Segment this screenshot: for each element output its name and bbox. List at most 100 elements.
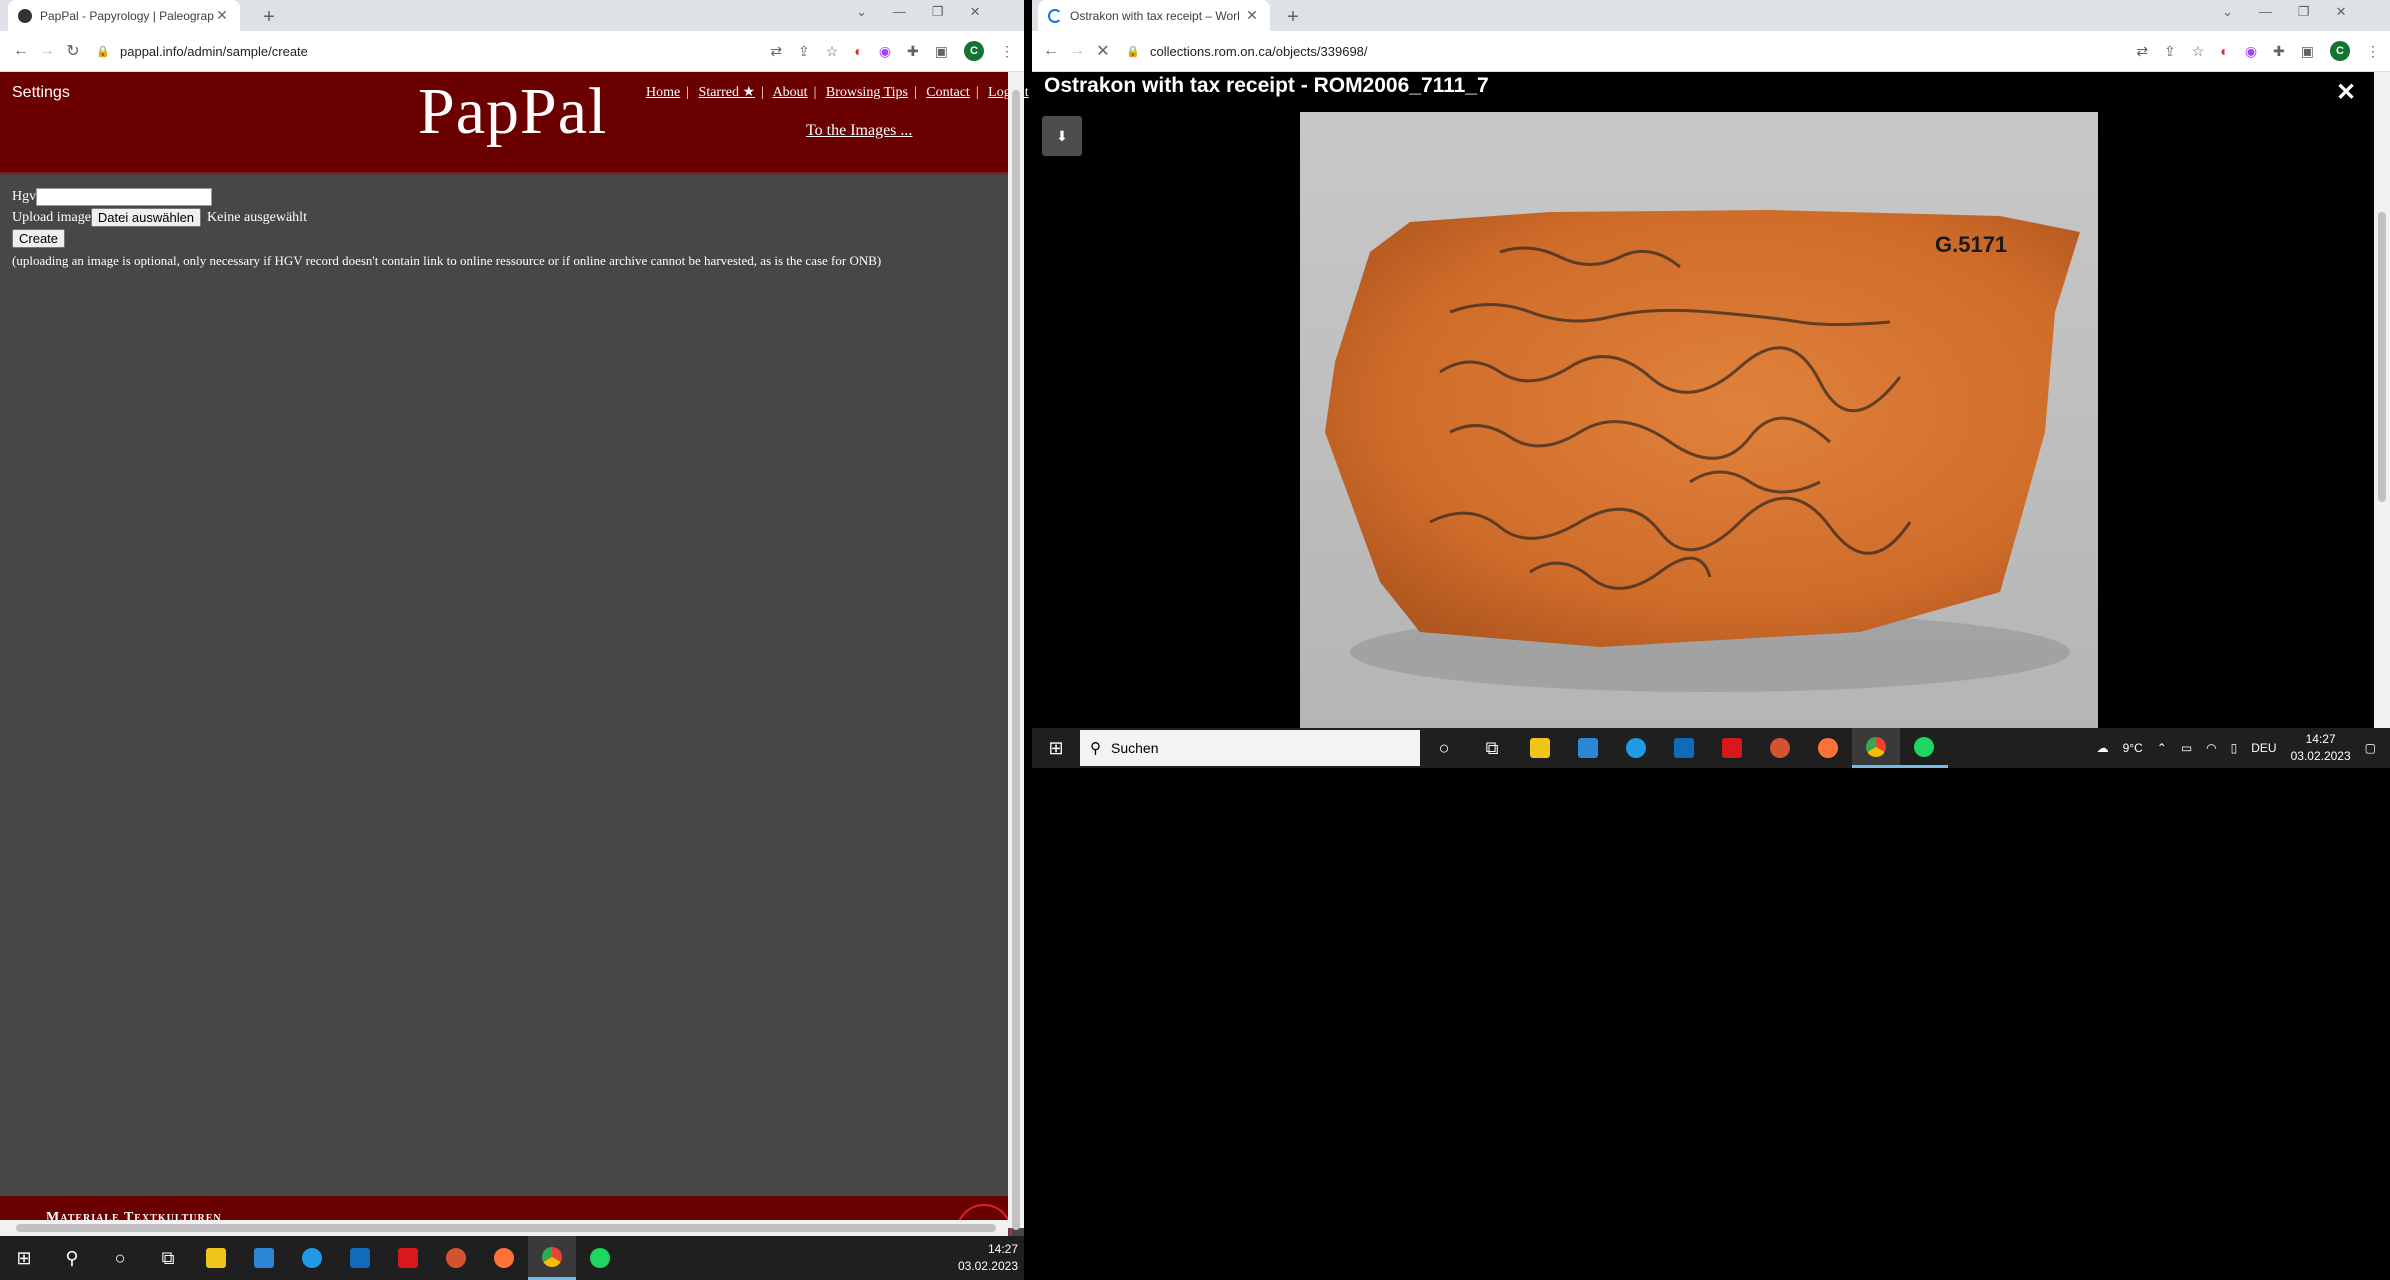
url-text: collections.rom.on.ca/objects/339698/ bbox=[1150, 43, 1368, 59]
back-icon[interactable]: ← bbox=[8, 42, 34, 60]
translate-icon[interactable]: ⇄ bbox=[770, 43, 782, 60]
mail-icon[interactable] bbox=[336, 1236, 384, 1280]
acrobat-icon[interactable] bbox=[384, 1236, 432, 1280]
nav-home[interactable]: Home bbox=[646, 85, 680, 100]
download-icon[interactable]: ⬇ bbox=[1042, 116, 1082, 156]
store-icon[interactable] bbox=[240, 1236, 288, 1280]
file-explorer-icon[interactable] bbox=[1516, 728, 1564, 768]
spotify-icon[interactable] bbox=[1900, 728, 1948, 768]
object-number-label: G.5171 bbox=[1935, 232, 2007, 257]
share-icon[interactable]: ⇪ bbox=[2164, 43, 2176, 60]
bookmark-star-icon[interactable]: ☆ bbox=[826, 43, 839, 60]
left-vertical-scrollbar[interactable] bbox=[1008, 72, 1024, 1230]
hgv-input[interactable] bbox=[36, 187, 213, 206]
nav-starred[interactable]: Starred ★ bbox=[699, 85, 755, 100]
sidepanel-icon[interactable]: ▣ bbox=[2301, 43, 2314, 60]
to-images-link[interactable]: To the Images ... bbox=[806, 122, 912, 140]
chrome-icon[interactable] bbox=[1852, 728, 1900, 768]
extension-purple-icon[interactable]: ◉ bbox=[879, 43, 891, 60]
close-tab-icon[interactable]: ✕ bbox=[1244, 7, 1260, 24]
powerpoint-icon[interactable] bbox=[1756, 728, 1804, 768]
address-bar[interactable]: 🔒 pappal.info/admin/sample/create bbox=[86, 36, 706, 66]
left-horizontal-scrollbar[interactable] bbox=[0, 1220, 1008, 1236]
firefox-icon[interactable] bbox=[480, 1236, 528, 1280]
chrome-icon[interactable] bbox=[528, 1236, 576, 1280]
right-taskbar-clock[interactable]: 14:27 03.02.2023 bbox=[2291, 731, 2351, 765]
left-window-controls: ⌄ — ❐ ✕ bbox=[856, 4, 980, 20]
minimize-icon[interactable]: — bbox=[893, 4, 906, 20]
restore-icon[interactable]: ❐ bbox=[2298, 4, 2310, 20]
sidepanel-icon[interactable]: ▣ bbox=[935, 43, 948, 60]
tray-chevron-icon[interactable]: ⌃ bbox=[2157, 741, 2167, 755]
spotify-icon[interactable] bbox=[576, 1236, 624, 1280]
windows-start-icon[interactable]: ⊞ bbox=[1032, 728, 1080, 768]
store-icon[interactable] bbox=[1564, 728, 1612, 768]
edge-icon[interactable] bbox=[288, 1236, 336, 1280]
tab-ostrakon[interactable]: Ostrakon with tax receipt – Worl ✕ bbox=[1038, 0, 1270, 31]
close-window-icon[interactable]: ✕ bbox=[970, 4, 981, 20]
wifi-icon[interactable]: ◠ bbox=[2206, 741, 2216, 755]
battery-icon[interactable]: ▯ bbox=[2231, 741, 2238, 755]
reload-icon[interactable]: ↻ bbox=[60, 41, 86, 61]
stop-loading-icon[interactable]: ✕ bbox=[1090, 41, 1116, 61]
bookmark-star-icon[interactable]: ☆ bbox=[2192, 43, 2205, 60]
image-viewer: Ostrakon with tax receipt - ROM2006_7111… bbox=[1032, 72, 2374, 728]
restore-icon[interactable]: ❐ bbox=[932, 4, 944, 20]
choose-file-button[interactable]: Datei auswählen bbox=[90, 208, 202, 227]
search-icon[interactable]: ⚲ bbox=[48, 1236, 96, 1280]
task-view-icon[interactable]: ⧉ bbox=[144, 1236, 192, 1280]
upload-image-label: Upload image bbox=[12, 209, 91, 225]
share-icon[interactable]: ⇪ bbox=[798, 43, 810, 60]
tab-search-icon[interactable]: ⌄ bbox=[2222, 4, 2233, 20]
profile-avatar[interactable]: C bbox=[2330, 41, 2350, 61]
tab-pappal[interactable]: PapPal - Papyrology | Paleograph ✕ bbox=[8, 0, 240, 31]
menu-kebab-icon[interactable]: ⋮ bbox=[2366, 43, 2380, 60]
file-explorer-icon[interactable] bbox=[192, 1236, 240, 1280]
network-icon[interactable]: ▭ bbox=[2181, 741, 2192, 755]
nav-about[interactable]: About bbox=[773, 85, 808, 100]
new-tab-button[interactable]: + bbox=[1282, 6, 1304, 29]
nav-contact[interactable]: Contact bbox=[926, 85, 970, 100]
windows-start-icon[interactable]: ⊞ bbox=[0, 1236, 48, 1280]
close-window-icon[interactable]: ✕ bbox=[2336, 4, 2347, 20]
translate-icon[interactable]: ⇄ bbox=[2136, 43, 2148, 60]
settings-link[interactable]: Settings bbox=[12, 84, 70, 102]
profile-avatar[interactable]: C bbox=[964, 41, 984, 61]
viewer-title: Ostrakon with tax receipt - ROM2006_7111… bbox=[1044, 74, 1489, 97]
url-text: pappal.info/admin/sample/create bbox=[120, 43, 308, 59]
address-bar[interactable]: 🔒 collections.rom.on.ca/objects/339698/ bbox=[1116, 36, 2016, 66]
taskbar-search-box[interactable]: ⚲ Suchen bbox=[1080, 730, 1420, 766]
weather-cloud-icon[interactable]: ☁ bbox=[2097, 741, 2109, 755]
new-tab-button[interactable]: + bbox=[258, 6, 280, 29]
firefox-icon[interactable] bbox=[1804, 728, 1852, 768]
extension-red-icon[interactable]: ◐ bbox=[2220, 43, 2228, 59]
nav-browsing-tips[interactable]: Browsing Tips bbox=[826, 85, 908, 100]
task-view-icon[interactable]: ⧉ bbox=[1468, 728, 1516, 768]
extension-red-icon[interactable]: ◐ bbox=[854, 43, 862, 59]
edge-icon[interactable] bbox=[1612, 728, 1660, 768]
forward-icon[interactable]: → bbox=[34, 42, 60, 60]
menu-kebab-icon[interactable]: ⋮ bbox=[1000, 43, 1014, 60]
acrobat-icon[interactable] bbox=[1708, 728, 1756, 768]
forward-icon[interactable]: → bbox=[1064, 42, 1090, 60]
cortana-icon[interactable]: ○ bbox=[1420, 728, 1468, 768]
language-indicator[interactable]: DEU bbox=[2251, 741, 2276, 755]
tab-search-icon[interactable]: ⌄ bbox=[856, 4, 867, 20]
puzzle-extensions-icon[interactable]: ✚ bbox=[2273, 43, 2285, 60]
weather-temp[interactable]: 9°C bbox=[2123, 741, 2143, 755]
notifications-icon[interactable]: ▢ bbox=[2365, 741, 2376, 755]
left-taskbar-clock[interactable]: 14:27 03.02.2023 bbox=[958, 1241, 1018, 1275]
powerpoint-icon[interactable] bbox=[432, 1236, 480, 1280]
left-toolbar: ← → ↻ 🔒 pappal.info/admin/sample/create … bbox=[0, 31, 1024, 72]
extension-purple-icon[interactable]: ◉ bbox=[2245, 43, 2257, 60]
right-vertical-scrollbar[interactable] bbox=[2374, 72, 2390, 728]
cortana-icon[interactable]: ○ bbox=[96, 1236, 144, 1280]
mail-icon[interactable] bbox=[1660, 728, 1708, 768]
create-button[interactable]: Create bbox=[12, 229, 66, 248]
close-tab-icon[interactable]: ✕ bbox=[214, 7, 230, 24]
back-icon[interactable]: ← bbox=[1038, 42, 1064, 60]
minimize-icon[interactable]: — bbox=[2259, 4, 2272, 20]
close-viewer-icon[interactable]: ✕ bbox=[2336, 78, 2356, 107]
puzzle-extensions-icon[interactable]: ✚ bbox=[907, 43, 919, 60]
pappal-favicon-icon bbox=[18, 8, 32, 23]
